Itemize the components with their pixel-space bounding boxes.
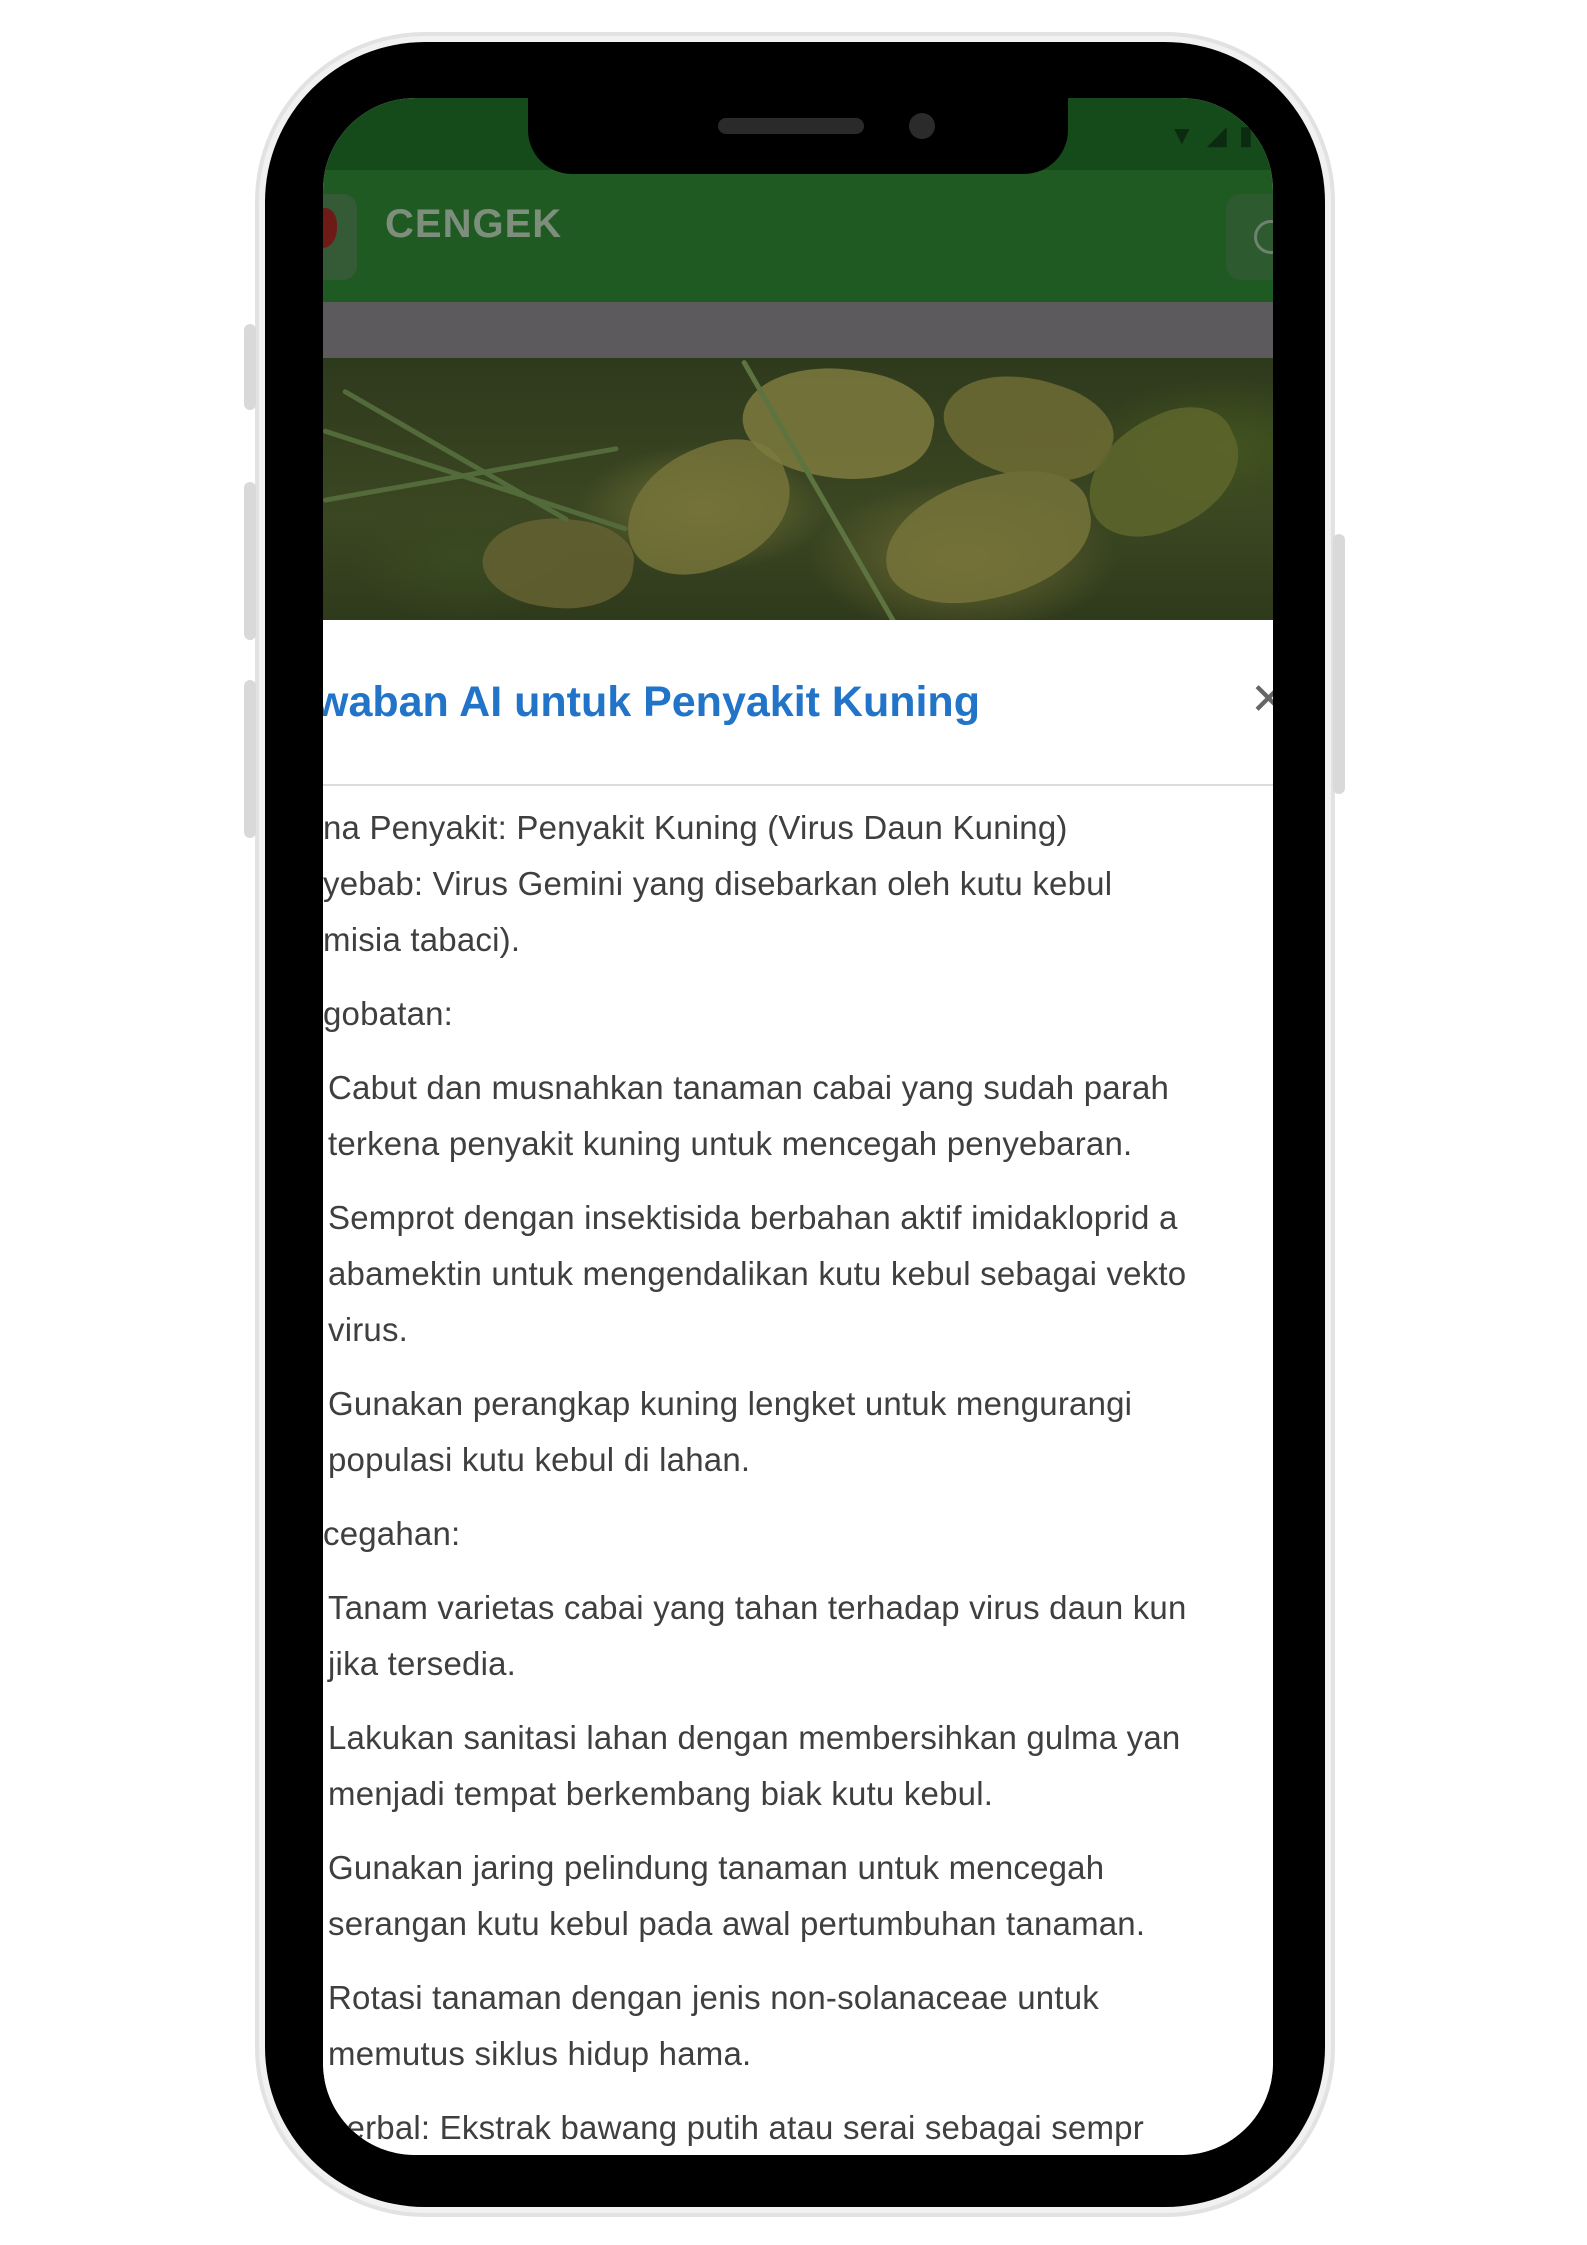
chili-logo-icon (323, 208, 337, 248)
app-logo (323, 194, 357, 280)
wifi-icon: ▼ (1168, 120, 1195, 150)
answer-line: Cabut dan musnahkan tanaman cabai yang s… (328, 1069, 1170, 1106)
grass-blade (323, 445, 619, 503)
status-icons: ▼ ◢ ▮ (1169, 120, 1253, 151)
app-title: CENGEK (385, 202, 563, 246)
sheet-header: waban AI untuk Penyakit Kuning ✕ (323, 620, 1273, 786)
section-heading: cegahan: (323, 1515, 461, 1552)
answer-line: memutus siklus hidup hama. (328, 2035, 752, 2072)
answer-line: abamektin untuk mengendalikan kutu kebul… (328, 1255, 1187, 1292)
answer-line: Tanam varietas cabai yang tahan terhadap… (328, 1589, 1187, 1626)
front-camera (909, 113, 935, 139)
answer-line: herbal: Ekstrak bawang putih atau serai … (328, 2109, 1144, 2146)
sheet-title: waban AI untuk Penyakit Kuning (323, 678, 980, 726)
ai-answer-sheet: waban AI untuk Penyakit Kuning ✕ na Peny… (323, 620, 1273, 2155)
volume-up-button (244, 482, 256, 640)
mute-switch (244, 324, 256, 410)
answer-line: Semprot dengan insektisida berbahan akti… (328, 1199, 1178, 1236)
answer-line: terkena penyakit kuning untuk mencegah p… (328, 1125, 1133, 1162)
answer-line: jika tersedia. (328, 1645, 517, 1682)
tab-strip (323, 302, 1273, 358)
answer-line: Lakukan sanitasi lahan dengan membersihk… (328, 1719, 1181, 1756)
answer-line: menjadi tempat berkembang biak kutu kebu… (328, 1775, 994, 1812)
answer-line: Gunakan perangkap kuning lengket untuk m… (328, 1385, 1133, 1422)
disease-image (323, 358, 1273, 620)
search-button[interactable] (1226, 194, 1273, 280)
answer-line: Rotasi tanaman dengan jenis non-solanace… (328, 1979, 1099, 2016)
grass-blade (341, 388, 570, 523)
signal-icon: ◢ (1206, 120, 1227, 150)
section-heading: gobatan: (323, 995, 454, 1032)
leaf-shape (872, 457, 1104, 619)
speaker-grille (718, 118, 864, 134)
answer-line: misia tabaci). (323, 921, 521, 958)
phone-notch (528, 98, 1068, 174)
search-icon (1254, 220, 1273, 254)
answer-line: populasi kutu kebul di lahan. (328, 1441, 751, 1478)
volume-down-button (244, 680, 256, 838)
close-button[interactable]: ✕ (1250, 678, 1273, 722)
grass-blade (323, 428, 629, 532)
answer-line: serangan kutu kebul pada awal pertumbuha… (328, 1905, 1146, 1942)
power-button (1333, 534, 1345, 794)
answer-line: na Penyakit: Penyakit Kuning (Virus Daun… (323, 809, 1068, 846)
battery-icon: ▮ (1238, 120, 1253, 150)
phone-screen: ▼ ◢ ▮ CENGEK waban AI untuk Penyakit Kun… (323, 98, 1273, 2155)
answer-line: yebab: Virus Gemini yang disebarkan oleh… (323, 865, 1113, 902)
answer-line: virus. (328, 1311, 409, 1348)
answer-line: Gunakan jaring pelindung tanaman untuk m… (328, 1849, 1105, 1886)
